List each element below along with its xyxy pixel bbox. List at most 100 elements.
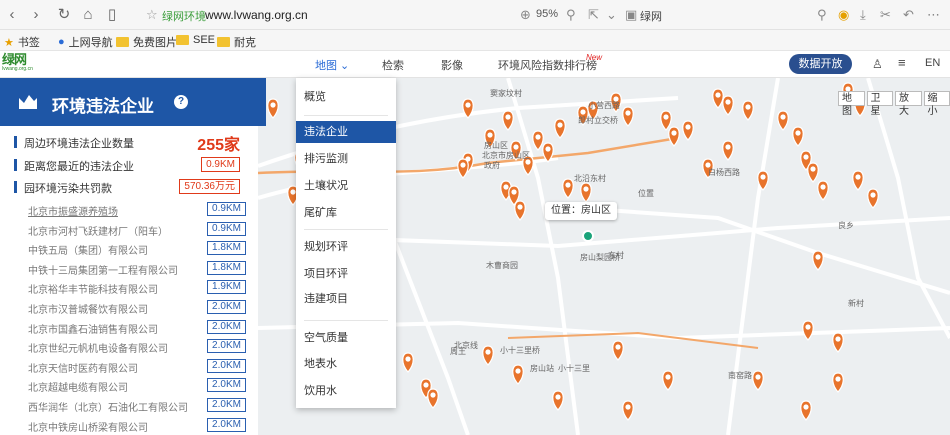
enterprise-name[interactable]: 北京市振盛源养殖场	[28, 203, 118, 218]
enterprise-name[interactable]: 西华润华（北京）石油化工有限公司	[28, 399, 188, 414]
enterprise-name[interactable]: 中铁五局（集团）有限公司	[28, 242, 148, 257]
violation-pin[interactable]	[752, 370, 764, 391]
nav-risk-ranking[interactable]: 环境风险指数排行榜	[498, 57, 597, 73]
violation-pin[interactable]	[457, 158, 469, 179]
enterprise-row[interactable]: 西华润华（北京）石油化工有限公司 2.0KM	[28, 398, 246, 414]
violation-pin[interactable]	[742, 100, 754, 121]
violation-pin[interactable]	[777, 110, 789, 131]
violation-pin[interactable]	[832, 372, 844, 393]
violation-pin[interactable]	[852, 170, 864, 191]
violation-pin[interactable]	[514, 200, 526, 221]
menu-item[interactable]: 空气质量	[296, 327, 396, 349]
menu-item[interactable]: 违建项目	[296, 288, 396, 310]
violation-pin[interactable]	[662, 370, 674, 391]
enterprise-row[interactable]: 北京天信时医药有限公司 2.0KM	[28, 358, 246, 375]
nav-map[interactable]: 地图 ⌄	[315, 57, 349, 73]
enterprise-row[interactable]: 北京超越电缆有限公司 2.0KM	[28, 378, 246, 394]
violation-pin[interactable]	[682, 120, 694, 141]
violation-pin[interactable]	[800, 400, 812, 421]
bookmark-item[interactable]: ★ 书签	[4, 34, 40, 50]
enterprise-row[interactable]: 北京世纪元帆机电设备有限公司 2.0KM	[28, 339, 246, 355]
enterprise-row[interactable]: 北京市河村飞跃建材厂（阳车） 0.9KM	[28, 221, 246, 238]
nav-imagery[interactable]: 影像	[441, 57, 463, 73]
violation-pin[interactable]	[532, 130, 544, 151]
bookmark-item[interactable]: 耐克	[217, 34, 256, 50]
enterprise-row[interactable]: 北京市振盛源养殖场 0.9KM	[28, 202, 246, 218]
violation-pin[interactable]	[660, 110, 672, 131]
menu-icon[interactable]: ≡	[898, 55, 906, 70]
site-logo[interactable]: 绿网 lvwang.org.cn	[2, 53, 38, 76]
menu-item[interactable]: 地表水	[296, 353, 396, 375]
reload-icon[interactable]: ↻	[54, 5, 74, 25]
enterprise-row[interactable]: 北京中铁房山桥梁有限公司 2.0KM	[28, 417, 246, 434]
language-toggle[interactable]: EN	[925, 57, 940, 69]
menu-item[interactable]: 规划环评	[296, 236, 396, 258]
menu-item[interactable]: 尾矿库	[296, 202, 396, 224]
violation-pin[interactable]	[867, 188, 879, 209]
enterprise-row[interactable]: 北京裕华丰节能科技有限公司 1.9KM	[28, 280, 246, 296]
violation-pin[interactable]	[502, 110, 514, 131]
violation-pin[interactable]	[817, 180, 829, 201]
enterprise-name[interactable]: 北京市汉普城餐饮有限公司	[28, 301, 148, 316]
game-icon[interactable]: ◉	[838, 7, 849, 23]
violation-pin[interactable]	[722, 95, 734, 116]
map-mode-button[interactable]: 地图	[838, 91, 865, 117]
share-icon[interactable]: ⇱	[588, 7, 599, 23]
reader-icon[interactable]: ▯	[102, 5, 122, 25]
violation-pin[interactable]	[554, 118, 566, 139]
enterprise-name[interactable]: 北京中铁房山桥梁有限公司	[28, 419, 148, 434]
menu-item[interactable]: 排污监测	[296, 148, 396, 170]
enterprise-name[interactable]: 北京市国鑫石油销售有限公司	[28, 321, 158, 336]
search-icon[interactable]: ⚲	[817, 7, 827, 23]
violation-pin[interactable]	[722, 140, 734, 161]
chevron-down-icon[interactable]: ⌄	[606, 7, 617, 23]
enterprise-name[interactable]: 北京超越电缆有限公司	[28, 379, 128, 394]
violation-pin[interactable]	[512, 364, 524, 385]
help-icon[interactable]: ?	[174, 95, 188, 109]
menu-item[interactable]: 项目环评	[296, 263, 396, 285]
enterprise-name[interactable]: 北京市河村飞跃建材厂（阳车）	[28, 223, 168, 238]
violation-pin[interactable]	[668, 126, 680, 147]
violation-pin[interactable]	[832, 332, 844, 353]
menu-item[interactable]: 饮用水	[296, 380, 396, 402]
filter-icon[interactable]: ⚲	[566, 7, 576, 23]
satellite-mode-button[interactable]: 卫星	[866, 91, 893, 117]
bookmark-item[interactable]: 免费图片	[116, 34, 177, 50]
violation-pin[interactable]	[622, 106, 634, 127]
bookmark-star-icon[interactable]: ☆	[146, 7, 158, 23]
enterprise-name[interactable]: 北京天信时医药有限公司	[28, 360, 138, 375]
violation-pin[interactable]	[267, 98, 279, 119]
bookmark-item[interactable]: SEE	[176, 34, 215, 46]
enterprise-row[interactable]: 北京市汉普城餐饮有限公司 2.0KM	[28, 300, 246, 316]
violation-pin[interactable]	[482, 345, 494, 366]
menu-item[interactable]: 概览	[296, 86, 396, 108]
extension-icon[interactable]: ▣	[625, 7, 637, 23]
user-icon[interactable]: ♙	[872, 57, 883, 71]
nav-search[interactable]: 检索	[382, 57, 404, 73]
cut-icon[interactable]: ✂	[880, 7, 891, 23]
zoom-in-button[interactable]: 放大	[895, 91, 922, 117]
download-icon[interactable]: ⤓	[860, 7, 866, 23]
more-icon[interactable]: ⋯	[927, 7, 940, 23]
violation-pin[interactable]	[792, 126, 804, 147]
home-icon[interactable]: ⌂	[78, 5, 98, 25]
violation-pin[interactable]	[802, 320, 814, 341]
zoom-out-button[interactable]: 缩小	[923, 91, 950, 117]
zoom-level[interactable]: 95%	[536, 8, 558, 20]
undo-icon[interactable]: ↶	[903, 7, 914, 23]
violation-pin[interactable]	[807, 162, 819, 183]
violation-pin[interactable]	[712, 88, 724, 109]
enterprise-name[interactable]: 北京世纪元帆机电设备有限公司	[28, 340, 168, 355]
violation-pin[interactable]	[622, 400, 634, 421]
enterprise-row[interactable]: 中铁五局（集团）有限公司 1.8KM	[28, 241, 246, 257]
address-bar[interactable]: www.lvwang.org.cn	[205, 8, 308, 22]
violation-pin[interactable]	[552, 390, 564, 411]
data-open-button[interactable]: 数据开放	[789, 54, 852, 74]
enterprise-row[interactable]: 中铁十三局集团第一工程有限公司 1.8KM	[28, 260, 246, 277]
forward-icon[interactable]: ›	[26, 5, 46, 25]
extension-label[interactable]: 绿网	[640, 8, 662, 24]
menu-item[interactable]: 土壤状况	[296, 175, 396, 197]
violation-pin[interactable]	[562, 178, 574, 199]
menu-item[interactable]: 违法企业	[296, 121, 396, 143]
enterprise-name[interactable]: 北京裕华丰节能科技有限公司	[28, 281, 158, 296]
